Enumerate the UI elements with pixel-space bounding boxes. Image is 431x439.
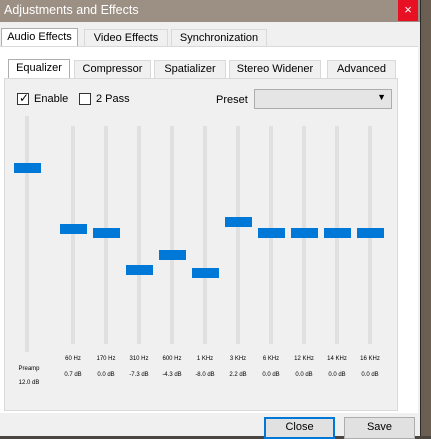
band-2-thumb[interactable] xyxy=(125,264,153,275)
preamp-track[interactable] xyxy=(25,116,29,352)
band-4-thumb[interactable] xyxy=(191,268,219,279)
band-8-thumb[interactable] xyxy=(323,228,351,238)
band-3-thumb[interactable] xyxy=(158,249,186,260)
preamp-thumb[interactable] xyxy=(13,162,41,173)
band-4-track[interactable] xyxy=(203,126,207,344)
band-0-track[interactable] xyxy=(71,126,75,344)
band-4-slider[interactable] xyxy=(188,0,222,436)
band-0-slider[interactable] xyxy=(56,0,90,436)
band-7-thumb[interactable] xyxy=(290,228,318,238)
close-window-icon[interactable]: × xyxy=(398,0,418,21)
preamp-value: 12.0 dB xyxy=(18,380,40,386)
preamp-label: Preamp xyxy=(18,366,40,372)
band-9-slider[interactable] xyxy=(353,0,387,436)
band-5-track[interactable] xyxy=(236,126,240,344)
band-8-slider[interactable] xyxy=(320,0,354,436)
band-frequency: 16 KHz xyxy=(360,356,380,362)
band-7-slider[interactable] xyxy=(287,0,321,436)
band-1-slider[interactable] xyxy=(89,0,123,436)
band-9-thumb[interactable] xyxy=(356,228,384,238)
band-gain-value: 0.0 dB xyxy=(361,372,379,378)
band-2-track[interactable] xyxy=(137,126,141,344)
band-6-slider[interactable] xyxy=(254,0,288,436)
adjustments-window: Adjustments and Effects × Audio Effects … xyxy=(0,0,421,439)
band-3-track[interactable] xyxy=(170,126,174,344)
band-1-thumb[interactable] xyxy=(92,228,120,238)
band-0-thumb[interactable] xyxy=(59,224,87,235)
band-6-thumb[interactable] xyxy=(257,228,285,238)
band-5-thumb[interactable] xyxy=(224,216,252,227)
band-2-slider[interactable] xyxy=(122,0,156,436)
band-3-slider[interactable] xyxy=(155,0,189,436)
band-5-slider[interactable] xyxy=(221,0,255,436)
